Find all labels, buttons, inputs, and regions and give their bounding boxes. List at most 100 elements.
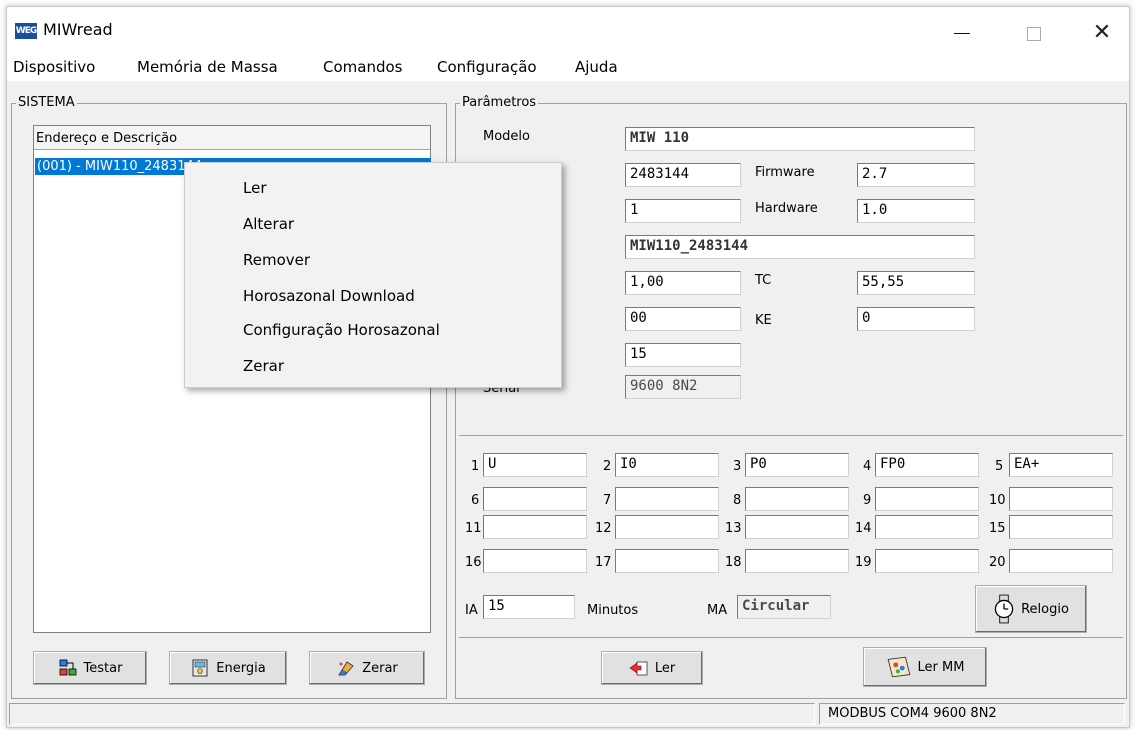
ia-field[interactable]: 15	[483, 595, 575, 619]
fe-field[interactable]: 00	[625, 307, 741, 331]
channel-number: 6	[471, 493, 480, 508]
ke-field[interactable]: 0	[857, 307, 975, 331]
title-bar[interactable]: WEG MIWread ✕	[7, 7, 1129, 53]
channel-field[interactable]	[615, 549, 719, 573]
context-menu-ler[interactable]: Ler	[243, 179, 267, 197]
channel-number: 12	[595, 521, 612, 536]
endereco-field[interactable]: 1	[625, 199, 741, 223]
channel-field[interactable]	[745, 515, 849, 539]
channel-field[interactable]	[483, 515, 587, 539]
maximize-icon	[1027, 26, 1041, 41]
context-menu-configuracao-horosazonal[interactable]: Configuração Horosazonal	[243, 321, 440, 339]
ma-label: MA	[707, 603, 728, 618]
app-window: WEG MIWread ✕ Dispositivo Memória de Mas…	[6, 6, 1130, 728]
app-logo-icon: WEG	[15, 23, 37, 39]
channel-number: 11	[465, 521, 482, 536]
channel-number: 5	[995, 459, 1004, 474]
context-menu: Ler Alterar Remover Horosazonal Download…	[184, 162, 562, 388]
modelo-field[interactable]: MIW 110	[625, 127, 975, 151]
relogio-label: Relogio	[1021, 601, 1069, 617]
channel-number: 10	[989, 493, 1006, 508]
channel-number: 18	[725, 555, 742, 570]
memory-download-icon	[887, 656, 910, 678]
channel-number: 1	[471, 459, 480, 474]
energia-label: Energia	[216, 660, 266, 676]
firmware-field[interactable]: 2.7	[857, 163, 975, 187]
menu-comandos[interactable]: Comandos	[323, 58, 402, 76]
tp-field[interactable]: 1,00	[625, 271, 741, 295]
channel-number: 17	[595, 555, 612, 570]
energia-button[interactable]: Energia	[169, 651, 287, 685]
hardware-field[interactable]: 1.0	[857, 199, 975, 223]
channel-field[interactable]	[1009, 487, 1113, 511]
channel-field[interactable]	[1009, 549, 1113, 573]
ler-button[interactable]: Ler	[601, 651, 703, 685]
sistema-legend: SISTEMA	[16, 95, 77, 110]
channel-field[interactable]	[745, 549, 849, 573]
channel-number: 8	[733, 493, 742, 508]
context-menu-zerar[interactable]: Zerar	[243, 357, 284, 375]
menu-memoria-de-massa[interactable]: Memória de Massa	[137, 58, 278, 76]
relogio-button[interactable]: Relogio	[975, 585, 1087, 633]
channel-number: 20	[989, 555, 1006, 570]
zerar-button[interactable]: Zerar	[309, 651, 425, 685]
channel-field[interactable]	[615, 515, 719, 539]
channel-field[interactable]	[483, 487, 587, 511]
modelo-label: Modelo	[483, 129, 530, 144]
channel-field[interactable]	[1009, 515, 1113, 539]
channel-number: 3	[733, 459, 742, 474]
menu-dispositivo[interactable]: Dispositivo	[13, 58, 95, 76]
menu-ajuda[interactable]: Ajuda	[575, 58, 618, 76]
testar-label: Testar	[83, 660, 123, 676]
close-icon: ✕	[1092, 20, 1112, 45]
ler-label: Ler	[654, 660, 676, 676]
channel-field[interactable]	[745, 487, 849, 511]
minutos-label: Minutos	[587, 603, 639, 618]
testar-button[interactable]: Testar	[33, 651, 147, 685]
channel-number: 2	[603, 459, 612, 474]
ma-field: Circular	[737, 595, 831, 619]
parametros-legend: Parâmetros	[460, 95, 539, 110]
status-pane-main	[9, 703, 815, 725]
minimize-button[interactable]	[939, 13, 985, 53]
channel-number: 16	[465, 555, 482, 570]
channel-number: 4	[863, 459, 872, 474]
window-title: MIWread	[43, 20, 113, 39]
eraser-icon	[338, 661, 354, 676]
network-test-icon	[59, 659, 76, 676]
ler-mm-label: Ler MM	[917, 659, 965, 675]
serie-field[interactable]: 2483144	[625, 163, 741, 187]
menu-configuracao[interactable]: Configuração	[437, 58, 537, 76]
channel-field[interactable]: U	[483, 453, 587, 477]
context-menu-horosazonal-download[interactable]: Horosazonal Download	[243, 287, 415, 305]
ler-mm-button[interactable]: Ler MM	[863, 647, 987, 687]
channel-field[interactable]: P0	[745, 453, 849, 477]
channel-field[interactable]	[875, 515, 979, 539]
ia-label: IA	[465, 603, 478, 618]
status-connection: MODBUS COM4 9600 8N2	[819, 703, 1125, 725]
energy-meter-icon	[192, 659, 208, 677]
channel-field[interactable]: FP0	[875, 453, 979, 477]
firmware-label: Firmware	[755, 165, 815, 180]
channel-field[interactable]	[875, 487, 979, 511]
channel-number: 7	[603, 493, 612, 508]
channel-number: 19	[855, 555, 872, 570]
context-menu-remover[interactable]: Remover	[243, 251, 310, 269]
ke-label: KE	[755, 313, 772, 328]
channel-field[interactable]	[875, 549, 979, 573]
hardware-label: Hardware	[755, 201, 818, 216]
menu-bar: Dispositivo Memória de Massa Comandos Co…	[7, 53, 1129, 81]
channel-field[interactable]: EA+	[1009, 453, 1113, 477]
context-menu-alterar[interactable]: Alterar	[243, 215, 294, 233]
channel-field[interactable]	[483, 549, 587, 573]
ip-field[interactable]: 15	[625, 343, 741, 367]
tc-field[interactable]: 55,55	[857, 271, 975, 295]
close-button[interactable]: ✕	[1079, 13, 1125, 53]
channel-field[interactable]	[615, 487, 719, 511]
status-bar: MODBUS COM4 9600 8N2	[7, 703, 1129, 727]
channel-field[interactable]: I0	[615, 453, 719, 477]
list-column-header[interactable]: Endereço e Descrição	[34, 126, 430, 150]
descricao-field[interactable]: MIW110_2483144	[625, 235, 975, 259]
read-arrow-icon	[629, 661, 648, 676]
maximize-button[interactable]	[1011, 13, 1057, 53]
